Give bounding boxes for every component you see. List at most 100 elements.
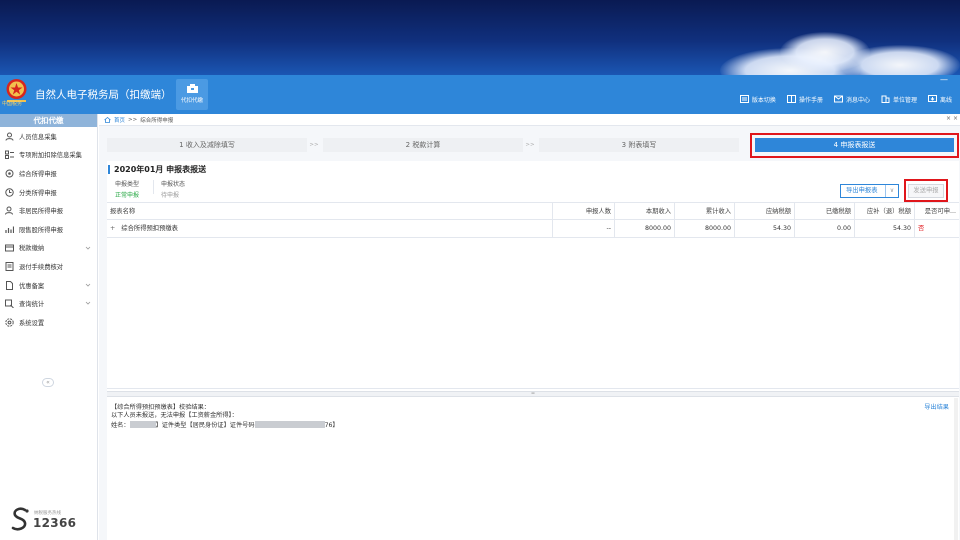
- breadcrumb-home-link[interactable]: 首页: [114, 116, 125, 124]
- sidebar-item[interactable]: 查询统计: [0, 294, 97, 313]
- sidebar-item-label: 分类所得申报: [19, 189, 57, 197]
- result-line-person: 姓名： 】证件类型【居民身份证】证件号码 76】: [111, 420, 955, 430]
- send-highlight-box: [904, 179, 948, 202]
- tax-paid-cell: 0.00: [795, 220, 855, 238]
- current-income-cell: 8000.00: [615, 220, 675, 238]
- seal-text: 中国税务: [2, 101, 23, 107]
- sidebar-item[interactable]: 系统设置: [0, 313, 97, 332]
- list-icon: [5, 150, 14, 160]
- message-center-link[interactable]: 消息中心: [833, 95, 870, 104]
- col-tax-paid: 已缴税额: [795, 203, 855, 221]
- step-attachment[interactable]: 3 附表填写: [539, 138, 739, 152]
- person-icon: [5, 132, 14, 141]
- agent-withholding-icon: [186, 84, 198, 93]
- declaration-type-value: 正常申报: [115, 192, 140, 199]
- step-highlight-box: [750, 133, 959, 158]
- search-icon: [5, 299, 14, 309]
- window-minimize-button[interactable]: —: [940, 75, 948, 84]
- sidebar-item-label: 税款缴纳: [19, 245, 45, 253]
- col-can-declare: 是否可申...: [924, 208, 956, 215]
- result-scrollbar[interactable]: [954, 398, 958, 540]
- sidebar-item[interactable]: 限售股所得申报: [0, 220, 97, 239]
- report-name-text: 综合所得预扣预缴表: [121, 225, 178, 232]
- report-table: 报表名称 申报人数 本期收入 累计收入 应纳税额 已缴税额 应补（退）税额 是否…: [107, 202, 959, 238]
- cloud-decoration: [840, 45, 960, 75]
- export-report-button[interactable]: 导出申报表 ∨: [840, 184, 899, 198]
- sidebar-item-label: 退付手续费核对: [19, 263, 64, 271]
- table-row[interactable]: + 综合所得预扣预缴表 -- 8000.00 8000.00 54.30 0.0…: [107, 220, 959, 238]
- step-income-deduction[interactable]: 1 收入及减除填写: [107, 138, 307, 152]
- home-icon: [104, 116, 111, 123]
- unit-management-label: 单位管理: [892, 96, 917, 104]
- sidebar-item[interactable]: 人员信息采集: [0, 127, 97, 146]
- app-header: 中国税务 自然人电子税务局（扣缴端） 代扣代缴 — 版本切换 操作手册 消息中心: [0, 75, 960, 114]
- sidebar-item[interactable]: 分类所得申报: [0, 183, 97, 202]
- person-id-type: 】证件类型【居民身份证】证件号码: [155, 421, 255, 429]
- gear-icon: [5, 169, 14, 178]
- step-separator: >>: [309, 142, 319, 148]
- sidebar-item-label: 查询统计: [19, 301, 45, 309]
- people-count-cell: --: [553, 220, 615, 238]
- desktop-background: [0, 0, 960, 75]
- file-icon: [6, 280, 13, 290]
- user-icon: [5, 206, 13, 215]
- table-header: 报表名称 申报人数 本期收入 累计收入 应纳税额 已缴税额 应补（退）税额 是否…: [107, 202, 959, 221]
- result-line-message: 以下人员未报送，无法申报【工资薪金所得】：: [111, 412, 238, 420]
- sidebar-collapse-button[interactable]: «: [42, 378, 54, 387]
- breadcrumb-separator: >>: [128, 116, 138, 123]
- can-declare-cell: 否: [918, 225, 925, 232]
- declaration-status-label: 申报状态: [161, 181, 186, 188]
- tab-close-button[interactable]: × ×: [946, 115, 958, 122]
- sidebar-item[interactable]: 专项附加扣除信息采集: [0, 146, 97, 165]
- clock-icon: [5, 187, 14, 197]
- manual-link[interactable]: 操作手册: [786, 95, 823, 104]
- redacted-name: [129, 420, 156, 428]
- chevron-down-icon: [85, 302, 91, 305]
- report-name-cell: + 综合所得预扣预缴表: [107, 220, 553, 238]
- validation-result: 【综合所得预扣预缴表】校验结果： 以下人员未报送，无法申报【工资薪金所得】： 姓…: [107, 398, 959, 540]
- step-tax-calculation[interactable]: 2 税款计算: [323, 138, 523, 152]
- breadcrumb: 首页 >> 综合所得申报 × ×: [99, 114, 960, 126]
- settings-icon: [5, 318, 14, 327]
- sidebar-item-label: 综合所得申报: [19, 170, 57, 178]
- cumulative-income-cell: 8000.00: [675, 220, 735, 238]
- sidebar-item-label: 优惠备案: [19, 282, 45, 290]
- sidebar-item-label: 非居民所得申报: [19, 208, 64, 216]
- service-hotline: 纳税服务热线 12366: [10, 507, 90, 533]
- sidebar-item[interactable]: 优惠备案: [0, 276, 97, 295]
- expand-row-button[interactable]: +: [110, 225, 115, 232]
- building-icon: [881, 95, 890, 103]
- sidebar-header: 代扣代缴: [0, 114, 97, 127]
- main-content: 首页 >> 综合所得申报 × × 1 收入及减除填写 >> 2 税款计算 >> …: [99, 114, 960, 540]
- person-id-tail: 76】: [324, 421, 339, 429]
- sidebar-item[interactable]: 退付手续费核对: [0, 257, 97, 276]
- declaration-status-value: 待申报: [161, 192, 180, 199]
- col-cumulative-income: 累计收入: [675, 203, 735, 221]
- col-people-count: 申报人数: [553, 203, 615, 221]
- switch-icon: [739, 95, 749, 103]
- agent-withholding-button[interactable]: 代扣代缴: [176, 79, 208, 110]
- col-report-name: 报表名称: [107, 203, 553, 221]
- hotline-logo-icon: [11, 507, 29, 531]
- report-panel: 2020年01月 申报表报送 申报类型 正常申报 申报状态 待申报 导出申报表 …: [107, 161, 959, 540]
- manual-icon: [786, 95, 796, 103]
- offline-link[interactable]: 离线: [927, 95, 952, 104]
- sidebar-item[interactable]: 综合所得申报: [0, 164, 97, 183]
- hotline-number: 12366: [33, 516, 77, 530]
- chevron-down-icon[interactable]: ∨: [885, 185, 898, 197]
- export-result-link[interactable]: 导出结果: [924, 404, 949, 412]
- declaration-type-label: 申报类型: [115, 181, 140, 188]
- col-tax-refund-due: 应补（退）税额: [855, 203, 915, 221]
- message-icon: [833, 95, 843, 103]
- sidebar-item[interactable]: 税款缴纳: [0, 239, 97, 258]
- unit-management-link[interactable]: 单位管理: [881, 95, 917, 104]
- version-switch-link[interactable]: 版本切换: [739, 95, 776, 104]
- offline-label: 离线: [939, 96, 952, 104]
- sidebar-item[interactable]: 非居民所得申报: [0, 201, 97, 220]
- app-window: 中国税务 自然人电子税务局（扣缴端） 代扣代缴 — 版本切换 操作手册 消息中心: [0, 75, 960, 540]
- col-current-income: 本期收入: [615, 203, 675, 221]
- declaration-status: 申报状态 待申报: [161, 179, 185, 199]
- sidebar: 代扣代缴 人员信息采集 专项附加扣除信息采集综合所得申报 分类所得申报 非居民所得申报…: [0, 114, 98, 540]
- redacted-id-number: [254, 420, 325, 428]
- panel-splitter[interactable]: ═: [107, 391, 959, 397]
